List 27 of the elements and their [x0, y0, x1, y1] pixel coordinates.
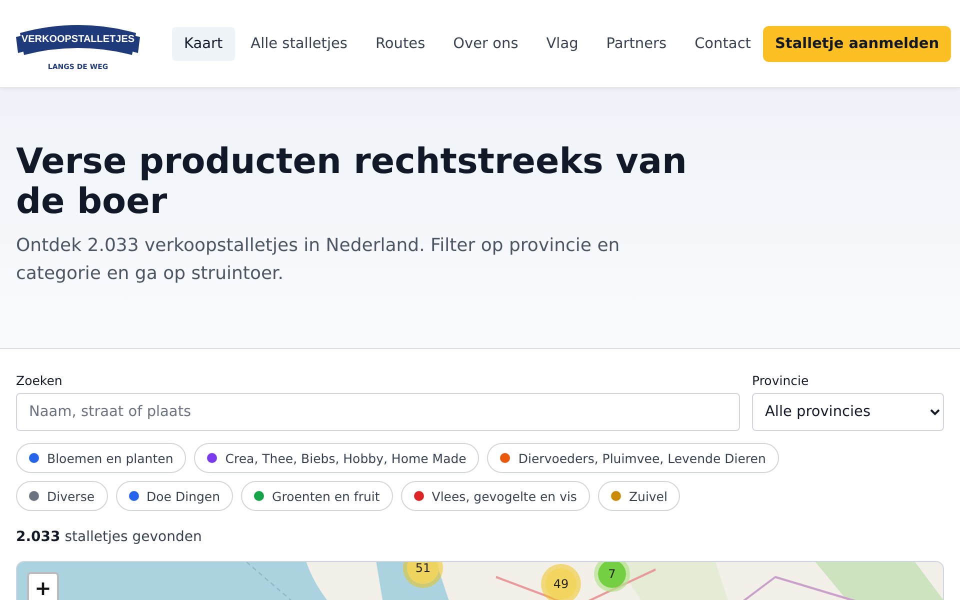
category-filter[interactable]: Vlees, gevogelte en vis: [400, 481, 590, 511]
category-filter[interactable]: Groenten en fruit: [241, 481, 393, 511]
nav-link[interactable]: Contact: [682, 26, 763, 60]
nav-link[interactable]: Alle stalletjes: [238, 26, 360, 60]
category-filter[interactable]: Diverse: [16, 481, 108, 511]
category-filter[interactable]: Crea, Thee, Biebs, Hobby, Home Made: [194, 443, 480, 473]
map[interactable]: + 51 49 7: [16, 561, 944, 600]
hero-text: Ontdek 2.033 verkoopstalletjes in Nederland. Filter op provincie en categorie en ga op struintoer.: [16, 234, 621, 286]
nav-link[interactable]: Kaart: [172, 26, 235, 60]
register-stall-button[interactable]: Stalletje aanmelden: [762, 26, 952, 62]
zoom-in-button[interactable]: +: [27, 572, 59, 600]
category-filter[interactable]: Doe Dingen: [116, 481, 234, 511]
category-filter[interactable]: Bloemen en planten: [16, 443, 186, 473]
category-filter[interactable]: Zuivel: [598, 481, 680, 511]
nav-link[interactable]: Over ons: [441, 26, 530, 60]
cluster-marker[interactable]: 7: [598, 562, 626, 588]
search-label: Zoeken: [16, 373, 64, 388]
hero-title: Verse producten rechtstreeks van de boer: [16, 142, 688, 222]
logo-title: VERKOOPSTALLETJES: [20, 34, 136, 44]
search-field[interactable]: Naam, straat of plaats: [16, 393, 740, 431]
nav-link[interactable]: Vlag: [534, 26, 590, 60]
category-filter[interactable]: Diervoeders, Pluimvee, Levende Dieren: [487, 443, 779, 473]
province-select[interactable]: Alle provincies: [752, 393, 944, 431]
result-count: 2.033 stalletjes gevonden: [16, 529, 203, 545]
province-label: Provincie: [752, 373, 810, 388]
nav-link[interactable]: Routes: [363, 26, 438, 60]
nav-link[interactable]: Partners: [594, 26, 679, 60]
